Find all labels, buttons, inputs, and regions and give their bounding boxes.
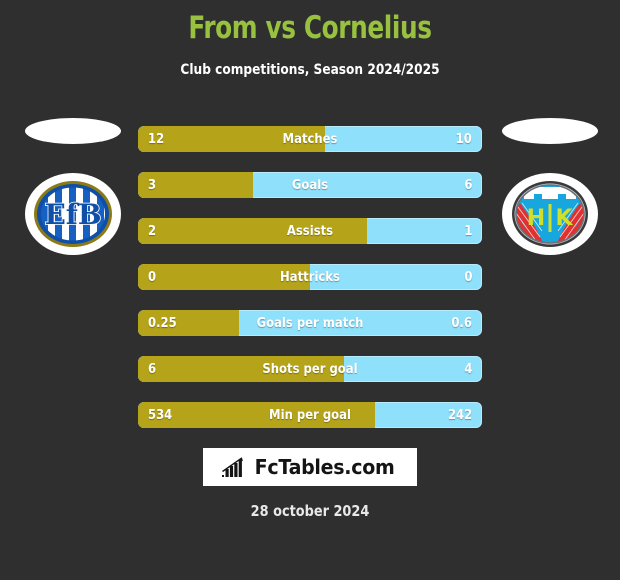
stat-bar-text: 534 Min per goal 242 [138, 402, 482, 428]
svg-text:K: K [555, 206, 573, 231]
stat-bar-text: 12 Matches 10 [138, 126, 482, 152]
stat-bar-row: 534 Min per goal 242 [138, 402, 482, 428]
stat-bar-row: 6 Shots per goal 4 [138, 356, 482, 382]
stat-label: Assists [286, 223, 334, 239]
stat-home-value: 6 [148, 361, 157, 377]
fctables-logo[interactable]: FcTables.com [203, 448, 417, 486]
stat-away-value: 0.6 [451, 315, 472, 331]
stat-label: Hattricks [280, 269, 340, 285]
stat-bar-row: 2 Assists 1 [138, 218, 482, 244]
stat-label: Matches [282, 131, 338, 147]
away-crest-highlight-ellipse [502, 118, 598, 144]
stat-label: Shots per goal [262, 361, 358, 377]
stat-home-value: 3 [148, 177, 157, 193]
stat-away-value: 242 [447, 407, 472, 423]
stat-label: Goals per match [256, 315, 364, 331]
stat-away-value: 1 [463, 223, 472, 239]
stat-home-value: 534 [148, 407, 173, 423]
home-club-crest: EfB [18, 118, 128, 268]
stat-comparison-page: From vs Cornelius Club competitions, Sea… [0, 0, 620, 580]
stat-bars-list: 12 Matches 10 3 Goals 6 2 Assists 1 0 Hattricks 0 0.… [138, 126, 482, 448]
stat-label: Min per goal [269, 407, 351, 423]
fctables-logo-text: FcTables.com [255, 455, 395, 479]
svg-text:H: H [527, 206, 545, 231]
home-crest-highlight-ellipse [25, 118, 121, 144]
stat-bar-row: 0 Hattricks 0 [138, 264, 482, 290]
hik-crest-icon: H K [512, 181, 588, 247]
stat-home-value: 0.25 [148, 315, 177, 331]
home-crest-disc: EfB [25, 173, 121, 255]
efb-crest-icon: EfB [34, 181, 112, 247]
stat-away-value: 0 [463, 269, 472, 285]
bar-chart-icon [222, 456, 244, 477]
stat-away-value: 6 [463, 177, 472, 193]
page-subtitle: Club competitions, Season 2024/2025 [180, 62, 440, 78]
stat-bar-row: 0.25 Goals per match 0.6 [138, 310, 482, 336]
stat-home-value: 12 [148, 131, 165, 147]
stat-bar-text: 3 Goals 6 [138, 172, 482, 198]
away-crest-disc: H K [502, 173, 598, 255]
stat-label: Goals [291, 177, 329, 193]
svg-text:EfB: EfB [44, 198, 101, 231]
page-title: From vs Cornelius [188, 10, 432, 46]
stat-away-value: 4 [463, 361, 472, 377]
away-club-crest: H K [495, 118, 605, 268]
stat-bar-text: 2 Assists 1 [138, 218, 482, 244]
stat-bar-text: 0.25 Goals per match 0.6 [138, 310, 482, 336]
date-label: 28 october 2024 [250, 502, 370, 520]
stat-home-value: 0 [148, 269, 157, 285]
stat-home-value: 2 [148, 223, 157, 239]
stat-away-value: 10 [455, 131, 472, 147]
stat-bar-text: 6 Shots per goal 4 [138, 356, 482, 382]
stat-bar-text: 0 Hattricks 0 [138, 264, 482, 290]
stat-bar-row: 3 Goals 6 [138, 172, 482, 198]
stat-bar-row: 12 Matches 10 [138, 126, 482, 152]
